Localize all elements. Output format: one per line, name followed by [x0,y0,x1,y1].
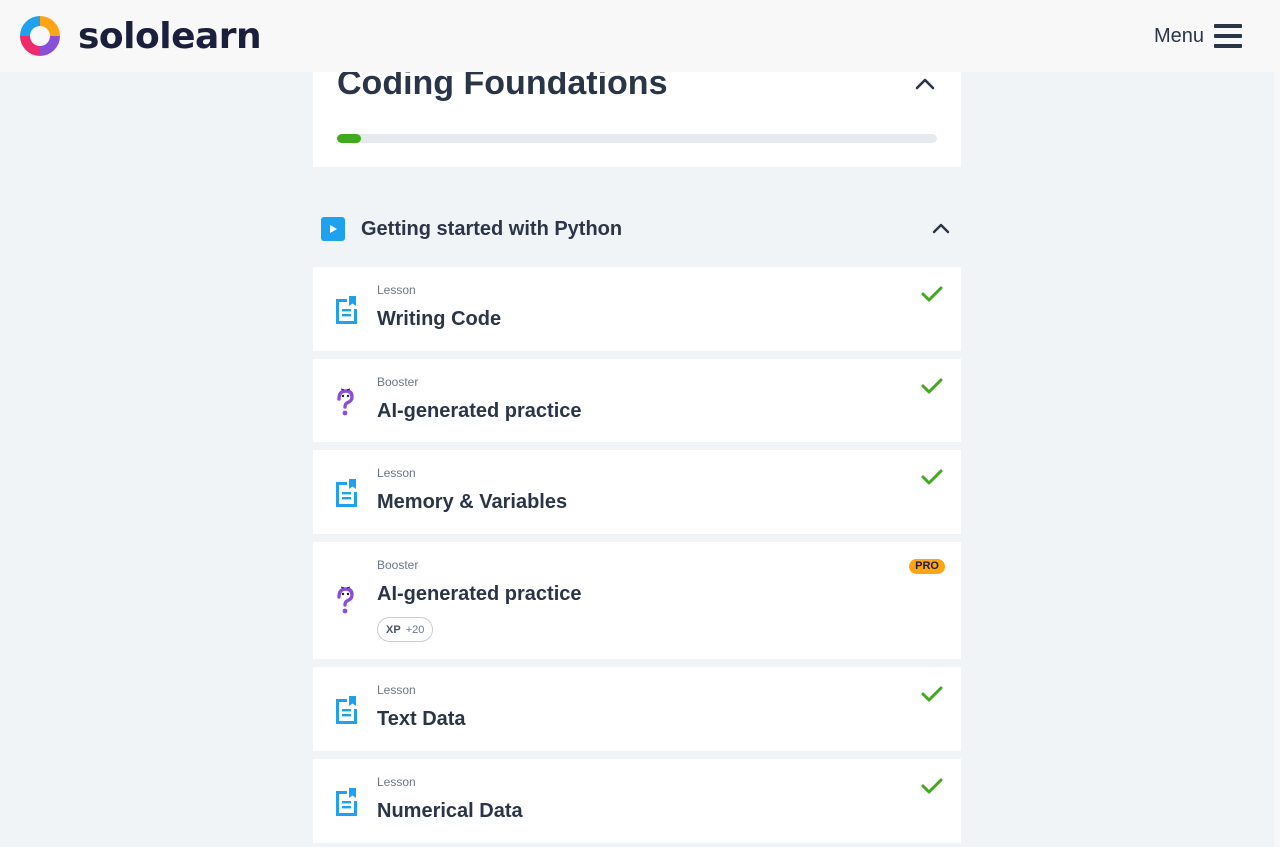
completed-check-icon [921,469,943,485]
lesson-type-label: Lesson [377,683,416,697]
document-icon [336,296,357,324]
completed-check-icon [921,686,943,702]
lesson-type-label: Booster [377,558,419,572]
xp-value: +20 [405,623,425,636]
lesson-item[interactable]: Booster AI-generated practice [313,359,961,442]
collapse-course-button[interactable] [911,70,939,98]
xp-label: XP [386,623,401,636]
lesson-type-label: Lesson [377,466,416,480]
lesson-item[interactable]: Booster AI-generated practice PRO XP +20 [313,542,961,659]
menu-label: Menu [1153,24,1204,47]
lesson-type-label: Booster [377,375,419,389]
completed-check-icon [921,286,943,302]
pro-badge: PRO [909,559,945,574]
course-progress-fill [337,134,361,143]
brand-link[interactable]: sololearn [16,12,262,60]
lesson-type-label: Lesson [377,283,416,297]
brand-name: sololearn [78,15,262,57]
lesson-title: Writing Code [377,308,502,330]
lesson-type-label: Lesson [377,775,416,789]
document-icon [336,788,357,816]
document-icon [336,479,357,507]
course-progress-bar [337,134,937,143]
play-icon [321,217,345,241]
lesson-title: Text Data [377,708,466,730]
lesson-item[interactable]: Lesson Text Data [313,667,961,751]
lesson-title: AI-generated practice [377,400,582,422]
question-mark-icon [337,388,354,416]
lesson-title: Memory & Variables [377,491,568,513]
hamburger-icon [1214,24,1242,48]
lesson-item[interactable]: Lesson Memory & Variables [313,450,961,534]
question-mark-icon [337,586,354,614]
completed-check-icon [921,378,943,394]
lesson-item[interactable]: Lesson Writing Code [313,267,961,351]
xp-reward-chip: XP +20 [377,617,434,642]
completed-check-icon [921,778,943,794]
lesson-title: AI-generated practice [377,583,582,605]
collapse-module-button[interactable] [927,215,955,243]
lesson-list: Lesson Writing Code Booster AI-generated… [313,267,961,847]
lesson-title: Numerical Data [377,800,523,822]
sololearn-logo-icon [20,16,60,56]
module-header[interactable]: Getting started with Python [313,208,961,250]
top-navigation-bar: sololearn Menu [0,0,1280,72]
module-title: Getting started with Python [361,217,623,240]
page-scrollbar[interactable] [1274,0,1280,847]
lesson-item[interactable]: Lesson Numerical Data [313,759,961,843]
menu-button[interactable]: Menu [1154,24,1242,48]
document-icon [336,696,357,724]
